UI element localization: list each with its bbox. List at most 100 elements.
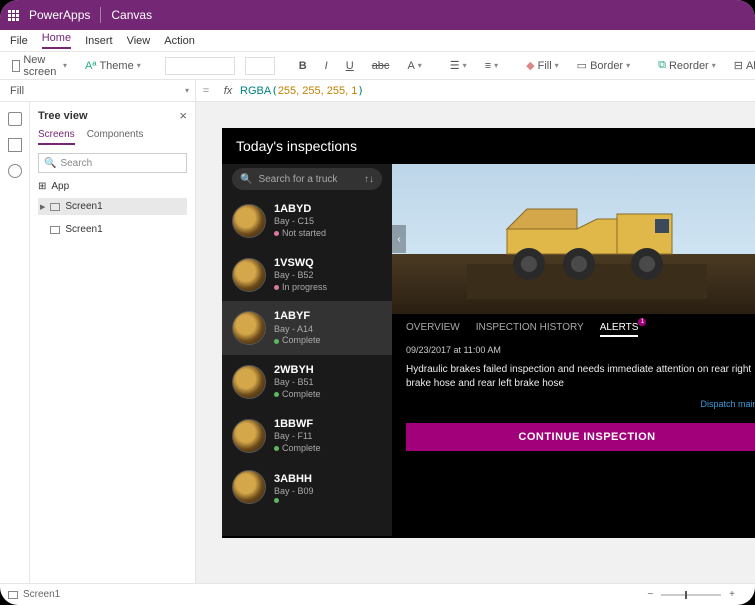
tab-alerts[interactable]: ALERTS1 (600, 322, 639, 337)
theme-button[interactable]: AªTheme▾ (81, 58, 145, 74)
truck-status: Not started (274, 228, 326, 240)
rail-insert-icon[interactable] (8, 138, 22, 152)
app-brand: PowerApps (29, 8, 90, 22)
truck-status: Complete (274, 443, 321, 455)
font-dropdown[interactable] (165, 57, 235, 75)
alert-timestamp: 09/23/2017 at 11:00 AM (392, 341, 755, 359)
alert-message: Hydraulic brakes failed inspection and n… (392, 359, 755, 395)
zoom-in-icon[interactable]: + (729, 589, 735, 600)
truck-thumb (232, 365, 266, 399)
tab-screens[interactable]: Screens (38, 129, 75, 145)
border-button[interactable]: ▭Border▾ (573, 57, 634, 74)
menu-file[interactable]: File (10, 35, 28, 47)
ribbon: New screen▾ AªTheme▾ B I U abc A▾ ☰▾ ≡▾ … (0, 52, 755, 80)
search-icon: 🔍 (44, 158, 56, 169)
truck-row[interactable]: 1ABYF Bay - A14 Complete (222, 301, 392, 355)
truck-list: 1ABYD Bay - C15 Not started 1VSWQ Bay - … (222, 194, 392, 512)
waffle-icon[interactable] (8, 10, 19, 21)
reorder-button[interactable]: ⧉Reorder▾ (654, 57, 720, 74)
truck-bay: Bay - B09 (274, 486, 314, 498)
vertalign-button[interactable]: ≡▾ (481, 58, 502, 74)
underline-button[interactable]: U (342, 58, 358, 74)
expand-icon[interactable]: ▶ (40, 203, 45, 211)
image-gallery: ‹ › (392, 164, 755, 314)
property-selector[interactable]: Fill▾ (0, 80, 196, 101)
align-button[interactable]: ⊟Align▾ (730, 57, 755, 74)
truck-id: 3ABHH (274, 472, 314, 486)
app-title: Today's inspections (222, 128, 755, 164)
truck-row[interactable]: 1ABYD Bay - C15 Not started (222, 194, 392, 248)
new-screen-button[interactable]: New screen▾ (8, 52, 71, 80)
continue-button[interactable]: CONTINUE INSPECTION (406, 423, 755, 451)
status-screen: Screen1 (23, 589, 60, 600)
truck-id: 1VSWQ (274, 256, 327, 270)
tree-node[interactable]: ▶ Screen1 (38, 198, 187, 215)
align2-icon: ⊟ (734, 59, 743, 72)
app-icon: ⊞ (38, 181, 46, 192)
fx-icon[interactable]: fx (216, 85, 240, 97)
truck-status: Complete (274, 335, 321, 347)
fill-button[interactable]: ◆Fill▾ (522, 57, 563, 74)
truck-thumb (232, 311, 266, 345)
truck-row[interactable]: 2WBYH Bay - B51 Complete (222, 355, 392, 409)
truck-id: 2WBYH (274, 363, 321, 377)
bucket-icon: ◆ (526, 59, 534, 72)
menu-action[interactable]: Action (164, 35, 195, 47)
separator (100, 7, 101, 23)
textalign-button[interactable]: ☰▾ (446, 57, 471, 74)
italic-button[interactable]: I (321, 58, 332, 74)
zoom-out-icon[interactable]: − (647, 589, 653, 600)
fontsize-dropdown[interactable] (245, 57, 275, 75)
truck-thumb (232, 204, 266, 238)
strike-button[interactable]: abc (368, 58, 394, 74)
title-bar: PowerApps Canvas (0, 0, 755, 30)
tab-components[interactable]: Components (87, 129, 144, 145)
equals-label: = (196, 85, 216, 97)
zoom-control[interactable]: − + (647, 589, 735, 600)
alert-badge: 1 (638, 318, 646, 326)
tab-overview[interactable]: OVERVIEW (406, 322, 460, 337)
tree-node[interactable]: ▶ Screen1 (38, 221, 187, 238)
truck-image (467, 179, 707, 299)
border-icon: ▭ (577, 59, 587, 72)
tree-search-input[interactable]: 🔍 Search (38, 153, 187, 173)
sort-icon[interactable]: ↑↓ (364, 174, 374, 185)
truck-bay: Bay - A14 (274, 324, 321, 336)
align-icon: ☰ (450, 59, 460, 72)
left-rail (0, 102, 30, 583)
gallery-prev-icon[interactable]: ‹ (392, 225, 406, 253)
truck-thumb (232, 258, 266, 292)
truck-row[interactable]: 1VSWQ Bay - B52 In progress (222, 248, 392, 302)
truck-status: In progress (274, 282, 327, 294)
rail-data-icon[interactable] (8, 164, 22, 178)
truck-id: 1ABYF (274, 309, 321, 323)
truck-bay: Bay - F11 (274, 431, 321, 443)
truck-row[interactable]: 3ABHH Bay - B09 (222, 462, 392, 512)
screen-icon (8, 591, 18, 599)
truck-id: 1BBWF (274, 417, 321, 431)
tab-history[interactable]: INSPECTION HISTORY (476, 322, 584, 337)
truck-thumb (232, 470, 266, 504)
formula-bar: Fill▾ = fx RGBA(255, 255, 255, 1) (0, 80, 755, 102)
truck-bay: Bay - C15 (274, 216, 326, 228)
tree-title: Tree view (38, 110, 88, 122)
truck-status (274, 498, 314, 503)
fontcolor-button[interactable]: A▾ (403, 58, 425, 74)
menu-view[interactable]: View (127, 35, 151, 47)
dispatch-link[interactable]: Dispatch mainter (392, 395, 755, 413)
app-context: Canvas (111, 8, 152, 22)
truck-thumb (232, 419, 266, 453)
menu-insert[interactable]: Insert (85, 35, 113, 47)
menu-home[interactable]: Home (42, 32, 71, 49)
truck-search-input[interactable]: 🔍 Search for a truck ↑↓ (232, 168, 382, 190)
rail-tree-icon[interactable] (8, 112, 22, 126)
bold-button[interactable]: B (295, 58, 311, 74)
close-icon[interactable]: × (179, 108, 187, 123)
tree-app-node[interactable]: ⊞ App (38, 181, 187, 192)
truck-bay: Bay - B52 (274, 270, 327, 282)
app-preview: Today's inspections 🔍 Search for a truck… (222, 128, 755, 538)
detail-tabs: OVERVIEW INSPECTION HISTORY ALERTS1 (392, 314, 755, 341)
formula-input[interactable]: RGBA(255, 255, 255, 1) (240, 84, 364, 97)
truck-row[interactable]: 1BBWF Bay - F11 Complete (222, 409, 392, 463)
screen-icon (50, 226, 60, 234)
